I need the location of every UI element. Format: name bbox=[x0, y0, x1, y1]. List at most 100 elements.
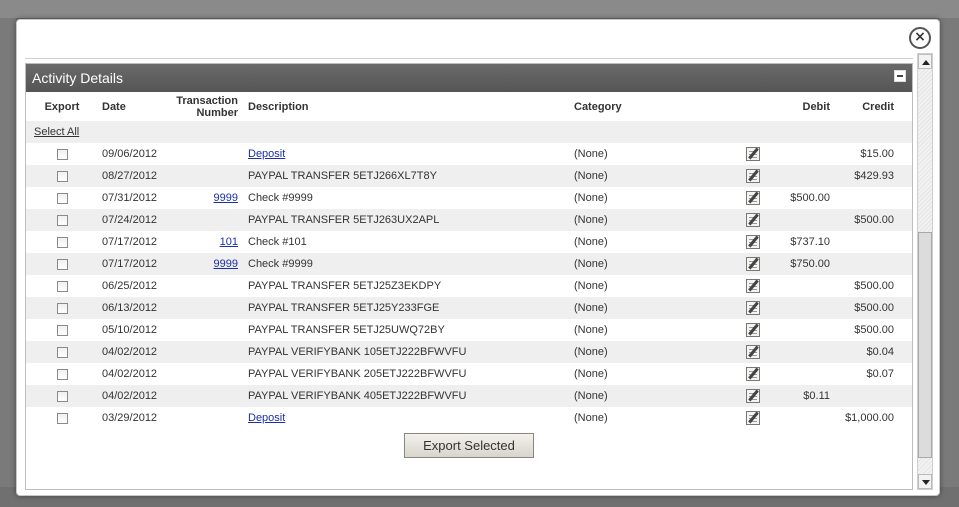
edit-note-icon[interactable] bbox=[746, 345, 760, 359]
table-row: 06/25/2012 PAYPAL TRANSFER 5ETJ25Z3EKDPY(… bbox=[26, 275, 912, 297]
description-cell: Deposit bbox=[244, 407, 570, 429]
background-page-left bbox=[0, 18, 16, 488]
description-cell: Deposit bbox=[244, 143, 570, 165]
col-debit: Debit bbox=[802, 100, 831, 113]
edit-cell bbox=[730, 407, 776, 429]
date-cell: 03/29/2012 bbox=[98, 407, 162, 429]
export-cell bbox=[26, 187, 98, 209]
description-link[interactable]: Deposit bbox=[248, 148, 285, 160]
export-cell bbox=[26, 319, 98, 341]
table-row: 04/02/2012 PAYPAL VERIFYBANK 205ETJ222BFW… bbox=[26, 363, 912, 385]
table-row: 07/17/2012 101 Check #101 (None) $737.10 bbox=[26, 231, 912, 253]
export-checkbox[interactable] bbox=[56, 412, 68, 424]
debit-cell: $750.00 bbox=[776, 253, 834, 275]
export-cell bbox=[26, 231, 98, 253]
transaction-number-cell bbox=[162, 407, 244, 429]
export-checkbox[interactable] bbox=[56, 280, 68, 292]
export-cell bbox=[26, 363, 98, 385]
debit-cell bbox=[776, 143, 834, 165]
description-cell: Check #9999 bbox=[244, 253, 570, 275]
edit-note-icon[interactable] bbox=[746, 191, 760, 205]
date-cell: 04/02/2012 bbox=[98, 363, 162, 385]
edit-note-icon[interactable] bbox=[746, 301, 760, 315]
transaction-number-cell: 9999 bbox=[162, 253, 244, 275]
category-cell: (None) bbox=[570, 209, 730, 231]
credit-cell: $15.00 bbox=[834, 143, 912, 165]
edit-cell bbox=[730, 297, 776, 319]
edit-note-icon[interactable] bbox=[746, 213, 760, 227]
debit-cell bbox=[776, 209, 834, 231]
date-cell: 09/06/2012 bbox=[98, 143, 162, 165]
edit-note-icon[interactable] bbox=[746, 367, 760, 381]
export-checkbox[interactable] bbox=[56, 148, 68, 160]
edit-note-icon[interactable] bbox=[746, 323, 760, 337]
export-checkbox[interactable] bbox=[56, 258, 68, 270]
col-export: Export bbox=[44, 100, 80, 113]
credit-cell: $1,000.00 bbox=[834, 407, 912, 429]
scroll-up-icon[interactable] bbox=[918, 54, 932, 69]
edit-note-icon[interactable] bbox=[746, 147, 760, 161]
export-checkbox[interactable] bbox=[56, 368, 68, 380]
export-cell bbox=[26, 275, 98, 297]
scroll-down-icon[interactable] bbox=[918, 474, 932, 489]
date-cell: 07/31/2012 bbox=[98, 187, 162, 209]
transaction-number-cell bbox=[162, 143, 244, 165]
edit-note-icon[interactable] bbox=[746, 235, 760, 249]
edit-cell bbox=[730, 165, 776, 187]
export-checkbox[interactable] bbox=[56, 346, 68, 358]
export-checkbox[interactable] bbox=[56, 390, 68, 402]
background-page-header bbox=[0, 0, 959, 18]
transaction-number-cell bbox=[162, 165, 244, 187]
credit-cell: $0.04 bbox=[834, 341, 912, 363]
transaction-number-cell bbox=[162, 319, 244, 341]
edit-note-icon[interactable] bbox=[746, 169, 760, 183]
select-all-link[interactable]: Select All bbox=[34, 126, 79, 138]
category-cell: (None) bbox=[570, 385, 730, 407]
edit-cell bbox=[730, 253, 776, 275]
edit-cell bbox=[730, 231, 776, 253]
debit-cell bbox=[776, 363, 834, 385]
export-checkbox[interactable] bbox=[56, 170, 68, 182]
date-cell: 06/25/2012 bbox=[98, 275, 162, 297]
export-checkbox[interactable] bbox=[56, 214, 68, 226]
date-cell: 05/10/2012 bbox=[98, 319, 162, 341]
divider bbox=[25, 58, 913, 59]
date-cell: 08/27/2012 bbox=[98, 165, 162, 187]
col-transaction-number: Transaction Number bbox=[176, 94, 238, 119]
transaction-number-link[interactable]: 101 bbox=[220, 236, 238, 248]
transaction-number-cell bbox=[162, 341, 244, 363]
export-checkbox[interactable] bbox=[56, 302, 68, 314]
export-checkbox[interactable] bbox=[56, 324, 68, 336]
scrollbar-thumb[interactable] bbox=[918, 232, 932, 458]
debit-cell: $737.10 bbox=[776, 231, 834, 253]
transaction-number-link[interactable]: 9999 bbox=[214, 192, 238, 204]
table-row: 08/27/2012 PAYPAL TRANSFER 5ETJ266XL7T8Y(… bbox=[26, 165, 912, 187]
collapse-icon[interactable] bbox=[894, 70, 906, 82]
category-cell: (None) bbox=[570, 297, 730, 319]
export-cell bbox=[26, 165, 98, 187]
edit-note-icon[interactable] bbox=[746, 257, 760, 271]
edit-note-icon[interactable] bbox=[746, 389, 760, 403]
table-header-row: Export Date Transaction Number Descripti… bbox=[26, 92, 912, 121]
description-link[interactable]: Deposit bbox=[248, 412, 285, 424]
description-cell: PAYPAL VERIFYBANK 205ETJ222BFWVFU bbox=[244, 363, 570, 385]
export-cell bbox=[26, 385, 98, 407]
category-cell: (None) bbox=[570, 341, 730, 363]
vertical-scrollbar[interactable] bbox=[917, 53, 933, 490]
export-checkbox[interactable] bbox=[56, 236, 68, 248]
transaction-number-cell bbox=[162, 275, 244, 297]
edit-note-icon[interactable] bbox=[746, 411, 760, 425]
transaction-number-link[interactable]: 9999 bbox=[214, 258, 238, 270]
date-cell: 04/02/2012 bbox=[98, 385, 162, 407]
export-selected-button[interactable]: Export Selected bbox=[404, 433, 534, 458]
credit-cell: $429.93 bbox=[834, 165, 912, 187]
close-icon[interactable]: × bbox=[909, 27, 931, 49]
transaction-number-cell bbox=[162, 385, 244, 407]
export-checkbox[interactable] bbox=[56, 192, 68, 204]
edit-note-icon[interactable] bbox=[746, 279, 760, 293]
credit-cell bbox=[834, 231, 912, 253]
description-cell: PAYPAL VERIFYBANK 105ETJ222BFWVFU bbox=[244, 341, 570, 363]
category-cell: (None) bbox=[570, 253, 730, 275]
credit-cell: $500.00 bbox=[834, 297, 912, 319]
debit-cell bbox=[776, 275, 834, 297]
